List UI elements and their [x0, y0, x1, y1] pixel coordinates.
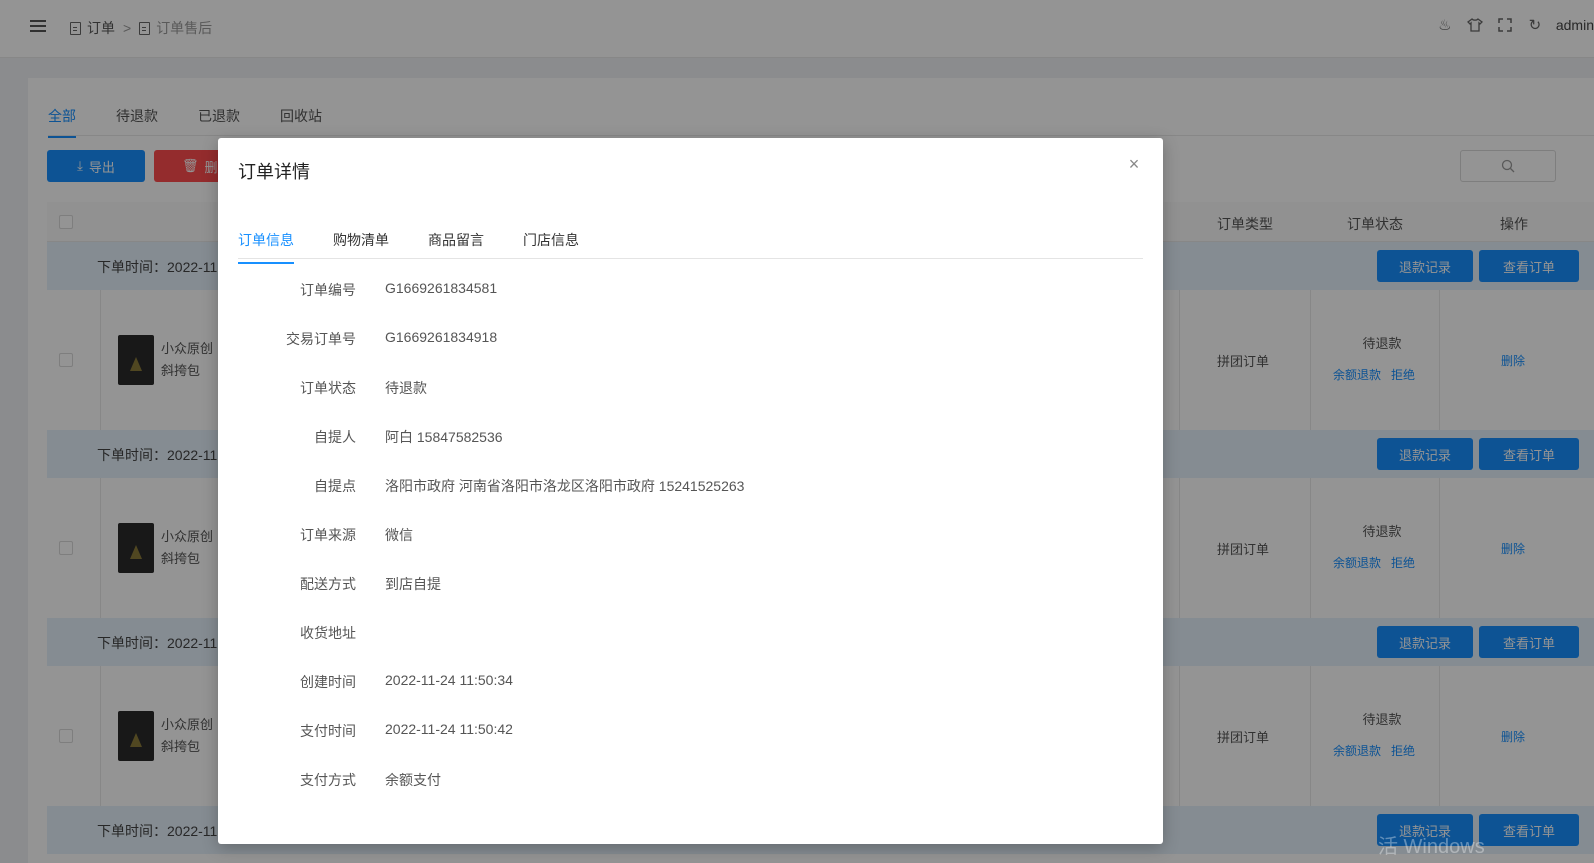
field-value: 2022-11-24 11:50:42: [385, 721, 513, 737]
field-value: 2022-11-24 11:50:34: [385, 672, 513, 688]
field-label: 收货地址: [300, 625, 356, 641]
field-label: 配送方式: [300, 576, 356, 592]
field-delivery-method: 配送方式 到店自提: [238, 574, 744, 623]
field-value: 阿白 15847582536: [385, 429, 503, 445]
field-payment-method: 支付方式 余额支付: [238, 770, 744, 819]
field-label: 自提点: [314, 478, 356, 494]
field-label: 订单来源: [300, 527, 356, 543]
field-payment-time: 支付时间 2022-11-24 11:50:42: [238, 721, 744, 770]
field-label: 支付方式: [300, 772, 356, 788]
close-icon[interactable]: ×: [1124, 154, 1144, 174]
field-value: G1669261834581: [385, 280, 498, 296]
field-order-status: 订单状态 待退款: [238, 378, 744, 427]
field-label: 交易订单号: [286, 331, 356, 347]
field-value: 余额支付: [385, 772, 441, 788]
field-label: 订单编号: [300, 282, 356, 298]
field-pickup-point: 自提点 洛阳市政府 河南省洛阳市洛龙区洛阳市政府 15241525263: [238, 476, 744, 525]
field-transaction-number: 交易订单号 G1669261834918: [238, 329, 744, 378]
field-pickup-person: 自提人 阿白 15847582536: [238, 427, 744, 476]
order-detail-dialog: 订单详情 × 订单信息 购物清单 商品留言 门店信息 订单编号 G1669261…: [218, 138, 1163, 844]
field-order-number: 订单编号 G1669261834581: [238, 280, 744, 329]
field-label: 支付时间: [300, 723, 356, 739]
field-value: 微信: [385, 527, 413, 543]
field-label: 订单状态: [300, 380, 356, 396]
activation-watermark: 活 Windows: [1378, 836, 1485, 858]
order-info-fields: 订单编号 G1669261834581 交易订单号 G1669261834918…: [238, 280, 744, 819]
field-label: 创建时间: [300, 674, 356, 690]
field-created-time: 创建时间 2022-11-24 11:50:34: [238, 672, 744, 721]
field-value: 到店自提: [385, 576, 441, 592]
field-shipping-address: 收货地址: [238, 623, 744, 672]
field-value: 洛阳市政府 河南省洛阳市洛龙区洛阳市政府 15241525263: [385, 478, 745, 494]
dialog-title: 订单详情: [238, 162, 310, 182]
dialog-tabs-divider: [238, 258, 1143, 259]
field-label: 自提人: [314, 429, 356, 445]
field-order-source: 订单来源 微信: [238, 525, 744, 574]
field-value: 待退款: [385, 380, 427, 396]
field-value: G1669261834918: [385, 329, 498, 345]
